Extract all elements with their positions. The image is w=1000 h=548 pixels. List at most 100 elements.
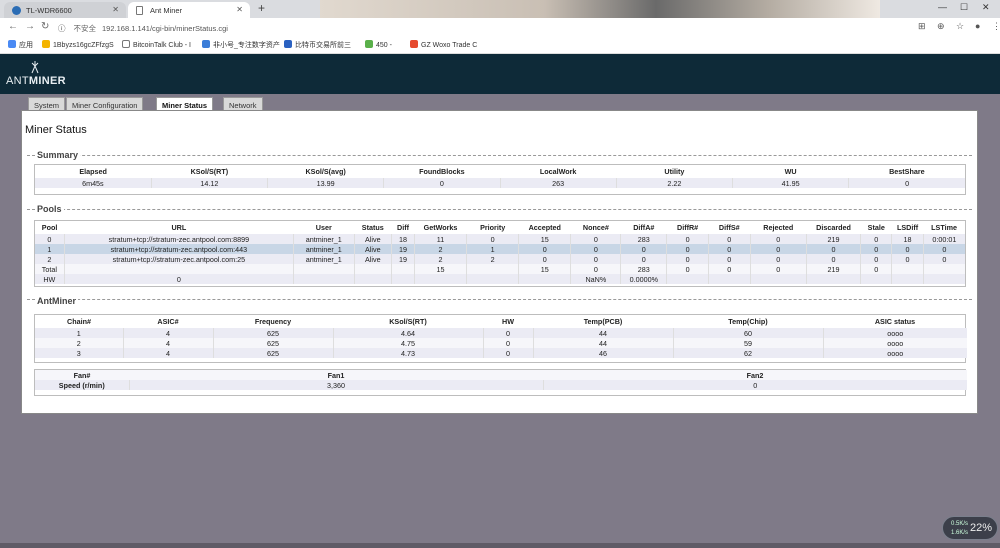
back-icon[interactable]: ← xyxy=(8,21,18,32)
col-header: Rejected xyxy=(763,223,794,232)
section-divider xyxy=(27,209,972,210)
col-header: Nonce# xyxy=(582,223,609,232)
bookmarks-bar: 应用 1Bbyzs16gcZFfzgS BitcoinTalk Club - I… xyxy=(0,37,1000,54)
col-header: Fan1 xyxy=(327,370,345,380)
browser-tab-tl-wdr[interactable]: TL-WDR6600 ✕ xyxy=(4,2,126,18)
col-header: DiffR# xyxy=(677,223,699,232)
col-header: URL xyxy=(171,223,187,232)
bookmark-item[interactable]: 1Bbyzs16gcZFfzgS xyxy=(42,40,114,49)
close-tab-icon[interactable]: ✕ xyxy=(112,5,119,14)
browser-tab-strip: TL-WDR6600 ✕ Ant Miner ✕ + — ☐ ✕ xyxy=(0,0,1000,18)
table-row: 0 stratum+tcp://stratum-zec.antpool.com:8… xyxy=(35,234,965,244)
close-tab-icon[interactable]: ✕ xyxy=(236,5,243,14)
profile-icon[interactable]: ● xyxy=(975,21,980,31)
cpu-percent: 22% xyxy=(969,522,992,534)
col-header: HW xyxy=(502,317,514,326)
info-icon: ⓘ xyxy=(58,24,66,33)
maximize-icon[interactable]: ☐ xyxy=(960,2,968,13)
gmail-icon xyxy=(410,40,418,48)
col-header: LSTime xyxy=(931,223,957,232)
col-header: Frequency xyxy=(254,317,292,326)
bookmark-item[interactable]: BitcoinTalk Club - I xyxy=(122,40,191,49)
col-header: Stale xyxy=(867,223,885,232)
col-header: Discarded xyxy=(816,223,851,232)
col-header: BestShare xyxy=(889,167,925,176)
col-header: LocalWork xyxy=(539,167,577,176)
antminer-logo-icon xyxy=(31,61,39,74)
menu-icon[interactable]: ⋮ xyxy=(992,21,1000,32)
col-header: KSol/S(RT) xyxy=(190,167,229,176)
table-row: HW 0 NaN% 0.0000% xyxy=(35,274,965,284)
reload-icon[interactable]: ↻ xyxy=(41,21,49,32)
tab-miner-configuration[interactable]: Miner Configuration xyxy=(66,97,144,111)
site-icon xyxy=(202,40,210,48)
zoom-icon[interactable]: ⊕ xyxy=(937,21,945,32)
minimize-icon[interactable]: — xyxy=(938,2,947,12)
bookmark-item[interactable]: 450 - xyxy=(365,40,392,49)
browser-toolbar: ← → ↻ ⓘ 不安全 192.168.1.141/cgi-bin/minerSta… xyxy=(0,18,1000,37)
upload-speed: 0.5K/s xyxy=(951,521,969,527)
col-header: GetWorks xyxy=(423,223,458,232)
col-header: Fan2 xyxy=(746,370,764,380)
pools-legend: Pools xyxy=(35,204,64,214)
page-favicon-icon xyxy=(136,6,143,15)
page-icon xyxy=(122,40,130,48)
col-header: KSol/S(avg) xyxy=(305,167,346,176)
router-favicon-icon xyxy=(12,6,21,15)
section-divider xyxy=(27,299,972,300)
fan2-speed: 0 xyxy=(542,380,967,390)
chains-table-box: Chain# ASIC# Frequency KSol/S(RT) HW Temp(PCB… xyxy=(34,314,967,363)
browser-tab-antminer[interactable]: Ant Miner ✕ xyxy=(128,2,250,18)
table-row: 3 4 625 4.73 0 46 62 oooo xyxy=(35,348,967,358)
forward-icon[interactable]: → xyxy=(25,21,35,32)
pools-table: Pool URL User Status Diff GetWorks Priority Acc… xyxy=(35,221,965,284)
col-header: ASIC status xyxy=(874,317,916,326)
taskbar xyxy=(0,543,1000,548)
col-header: Pool xyxy=(41,223,58,232)
col-header: Chain# xyxy=(67,317,91,326)
table-row: Speed (r/min) 3,360 0 xyxy=(35,380,967,390)
summary-table-box: Elapsed KSol/S(RT) KSol/S(avg) FoundBloc… xyxy=(34,164,966,195)
bookmark-item[interactable]: 非小号_专注数字资产 xyxy=(202,40,280,50)
bookmark-item[interactable]: GZ Woxo Trade C xyxy=(410,40,477,49)
download-speed: 1.6K/s xyxy=(951,530,969,536)
col-header: Status xyxy=(361,223,384,232)
col-header: Priority xyxy=(480,223,506,232)
tab-system[interactable]: System xyxy=(28,97,66,111)
row-label: Speed (r/min) xyxy=(58,380,105,390)
network-speed-widget[interactable]: 0.5K/s 1.6K/s 22% xyxy=(942,516,998,540)
miner-status-panel: Miner Status Summary Elapsed KSol/S(RT) … xyxy=(21,110,978,414)
col-header: ASIC# xyxy=(157,317,179,326)
new-tab-icon[interactable]: + xyxy=(258,1,265,15)
site-icon xyxy=(365,40,373,48)
insecure-label: 不安全 xyxy=(73,24,97,33)
col-header: KSol/S(RT) xyxy=(389,317,427,326)
bookmark-item[interactable]: 比特币交易所前三 xyxy=(284,40,351,50)
antminer-header: ANTMINER xyxy=(0,54,1000,94)
apps-icon xyxy=(8,40,16,48)
bookmark-item[interactable]: 应用 xyxy=(8,40,33,50)
col-header: Temp(PCB) xyxy=(583,317,623,326)
chains-table: Chain# ASIC# Frequency KSol/S(RT) HW Temp(PCB… xyxy=(35,315,967,358)
col-header: Utility xyxy=(664,167,685,176)
summary-legend: Summary xyxy=(35,150,81,160)
table-row: 2 4 625 4.75 0 44 59 oooo xyxy=(35,338,967,348)
pools-table-box: Pool URL User Status Diff GetWorks Priority Acc… xyxy=(34,220,966,287)
col-header: WU xyxy=(784,167,797,176)
col-header: Diff xyxy=(397,223,409,232)
col-header: Elapsed xyxy=(79,167,107,176)
tab-miner-status[interactable]: Miner Status xyxy=(156,97,214,111)
antminer-logo: ANTMINER xyxy=(6,75,66,87)
section-divider xyxy=(27,155,972,156)
address-bar[interactable]: ⓘ 不安全 192.168.1.141/cgi-bin/minerStatus.cg… xyxy=(58,20,933,35)
col-header: Fan# xyxy=(73,370,91,380)
tab-network[interactable]: Network xyxy=(223,97,263,111)
url-text: 192.168.1.141/cgi-bin/minerStatus.cgi xyxy=(102,24,228,33)
fan1-speed: 3,360 xyxy=(128,380,543,390)
window-close-icon[interactable]: ✕ xyxy=(982,2,990,13)
col-header: DiffS# xyxy=(718,223,740,232)
translate-icon[interactable]: ⊞ xyxy=(918,21,926,32)
bookmark-star-icon[interactable]: ☆ xyxy=(956,21,964,32)
tabstrip-background-image xyxy=(320,0,880,18)
col-header: FoundBlocks xyxy=(419,167,465,176)
